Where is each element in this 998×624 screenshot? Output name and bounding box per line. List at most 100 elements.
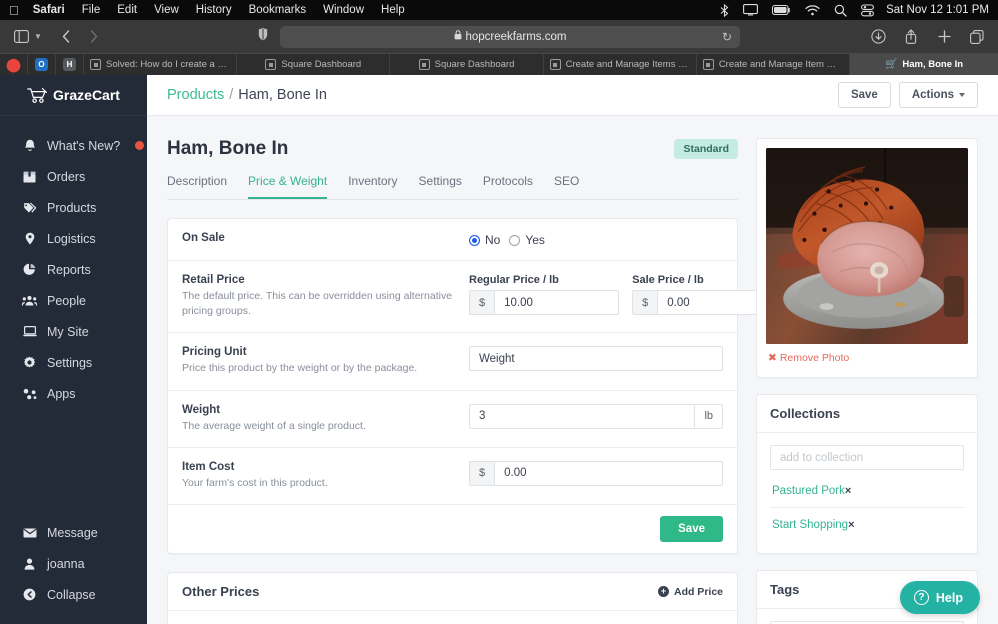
generic-favicon-icon	[418, 59, 430, 70]
sidebar-item-account[interactable]: joanna	[0, 548, 147, 579]
forward-icon[interactable]	[83, 26, 105, 48]
pricing-unit-select[interactable]	[469, 346, 723, 372]
menu-item-history[interactable]: History	[196, 4, 232, 16]
sidebar-item-label: Reports	[47, 262, 91, 277]
weight-hint: The average weight of a single product.	[182, 419, 366, 432]
on-sale-radio-no[interactable]: No	[469, 233, 500, 247]
menu-item-edit[interactable]: Edit	[117, 4, 137, 16]
sidebar-item-people[interactable]: People	[0, 285, 147, 316]
url-field[interactable]: hopcreekfarms.com ↻	[280, 25, 740, 48]
menu-item-safari[interactable]: Safari	[33, 4, 65, 16]
menu-item-bookmarks[interactable]: Bookmarks	[249, 4, 307, 16]
weight-row: Weight The average weight of a single pr…	[168, 391, 737, 448]
pinned-tab-outlook[interactable]: O	[28, 54, 56, 75]
new-tab-icon[interactable]	[933, 26, 955, 48]
chevron-down-icon[interactable]: ▼	[34, 32, 42, 41]
collection-item: Start Shopping ×	[770, 508, 964, 541]
tab-settings[interactable]: Settings	[419, 174, 462, 199]
product-tabs: Description Price & Weight Inventory Set…	[167, 174, 738, 200]
display-icon[interactable]	[743, 4, 759, 16]
tab-inventory[interactable]: Inventory	[348, 174, 397, 199]
box-icon	[22, 171, 37, 183]
sidebar-nav: What's New? Orders Products Logistics Re…	[0, 116, 147, 409]
remove-collection-icon[interactable]: ×	[848, 519, 854, 531]
map-pin-icon	[22, 232, 37, 245]
sidebar-item-message[interactable]: Message	[0, 517, 147, 548]
collection-link[interactable]: Start Shopping	[772, 519, 848, 531]
sidebar-item-logistics[interactable]: Logistics	[0, 223, 147, 254]
sidebar-item-apps[interactable]: Apps	[0, 378, 147, 409]
browser-tab-1[interactable]: Solved: How do I create a cu...	[84, 54, 238, 75]
price-weight-card: On Sale No Yes Retail Price The default …	[167, 218, 783, 555]
weight-input[interactable]	[469, 403, 696, 429]
tab-seo[interactable]: SEO	[554, 174, 579, 199]
card-save-row: Save	[168, 505, 737, 553]
browser-tab-2[interactable]: Square Dashboard	[237, 54, 391, 75]
tab-overview-icon[interactable]	[966, 26, 988, 48]
sidebar-item-collapse[interactable]: Collapse	[0, 579, 147, 610]
downloads-icon[interactable]	[867, 26, 889, 48]
url-text: hopcreekfarms.com	[465, 30, 567, 43]
tab-price-and-weight[interactable]: Price & Weight	[248, 174, 328, 199]
tab-description[interactable]: Description	[167, 174, 227, 199]
control-center-icon[interactable]	[861, 3, 875, 17]
search-icon[interactable]	[834, 4, 847, 17]
item-cost-input[interactable]	[494, 460, 723, 486]
gear-icon	[22, 356, 37, 369]
brand-logo[interactable]: GrazeCart	[0, 75, 147, 116]
regular-price-input[interactable]	[494, 290, 620, 315]
sidebar-item-my-site[interactable]: My Site	[0, 316, 147, 347]
pricing-unit-control	[469, 346, 723, 372]
wifi-icon[interactable]	[805, 4, 820, 16]
menu-item-window[interactable]: Window	[323, 4, 364, 16]
on-sale-radio-yes[interactable]: Yes	[509, 233, 545, 247]
tab-label: Square Dashboard	[434, 59, 515, 70]
page-title-row: Ham, Bone In Standard	[167, 138, 738, 160]
pinned-tab-h[interactable]: H	[56, 54, 84, 75]
bluetooth-icon[interactable]	[720, 3, 729, 17]
share-icon[interactable]	[900, 26, 922, 48]
collection-link[interactable]: Pastured Pork	[772, 485, 845, 497]
remove-collection-icon[interactable]: ×	[845, 485, 851, 497]
help-button[interactable]: ? Help	[899, 581, 980, 614]
price-weight-save-button[interactable]: Save	[660, 516, 723, 543]
battery-icon[interactable]	[772, 4, 791, 16]
menu-item-help[interactable]: Help	[381, 4, 405, 16]
menu-item-file[interactable]: File	[82, 4, 101, 16]
generic-favicon-icon	[265, 59, 277, 70]
sidebar-icon[interactable]	[10, 26, 32, 48]
browser-tab-active[interactable]: 🛒 Ham, Bone In	[850, 54, 998, 75]
item-cost-input-group: $	[469, 460, 723, 486]
sidebar-item-reports[interactable]: Reports	[0, 254, 147, 285]
menubar-clock[interactable]: Sat Nov 12 1:01 PM	[886, 4, 989, 16]
generic-favicon-icon	[702, 59, 714, 70]
add-price-button[interactable]: + Add Price	[657, 585, 723, 598]
add-to-collection-input[interactable]	[770, 445, 964, 470]
sidebar-item-products[interactable]: Products	[0, 192, 147, 223]
content-main-column: Ham, Bone In Standard Description Price …	[167, 138, 783, 624]
save-button[interactable]: Save	[837, 82, 891, 108]
browser-tab-5[interactable]: Create and Manage Item Op...	[697, 54, 851, 75]
sidebar-item-label: joanna	[47, 556, 85, 571]
menu-item-view[interactable]: View	[154, 4, 179, 16]
sidebar-item-label: What's New?	[47, 138, 121, 153]
back-icon[interactable]	[55, 26, 77, 48]
reload-icon[interactable]: ↻	[722, 30, 732, 44]
shield-icon[interactable]	[258, 27, 268, 46]
browser-tab-4[interactable]: Create and Manage Items fr...	[544, 54, 697, 75]
remove-photo-button[interactable]: ✖ Remove Photo	[766, 344, 968, 368]
product-photo[interactable]	[766, 148, 968, 344]
actions-dropdown-button[interactable]: Actions	[898, 82, 978, 108]
breadcrumb-products-link[interactable]: Products	[167, 87, 224, 103]
tab-label: Create and Manage Items fr...	[565, 59, 690, 70]
add-price-label: Add Price	[673, 585, 723, 598]
browser-tab-3[interactable]: Square Dashboard	[390, 54, 544, 75]
sidebar-item-orders[interactable]: Orders	[0, 161, 147, 192]
tab-protocols[interactable]: Protocols	[483, 174, 533, 199]
apple-icon[interactable]: 	[9, 4, 19, 17]
sidebar-item-whats-new[interactable]: What's New?	[0, 130, 147, 161]
sidebar-item-settings[interactable]: Settings	[0, 347, 147, 378]
users-icon	[22, 295, 37, 306]
pinned-tab-opera[interactable]: ⬤	[0, 54, 28, 75]
tab-label: Create and Manage Item Op...	[718, 59, 844, 70]
